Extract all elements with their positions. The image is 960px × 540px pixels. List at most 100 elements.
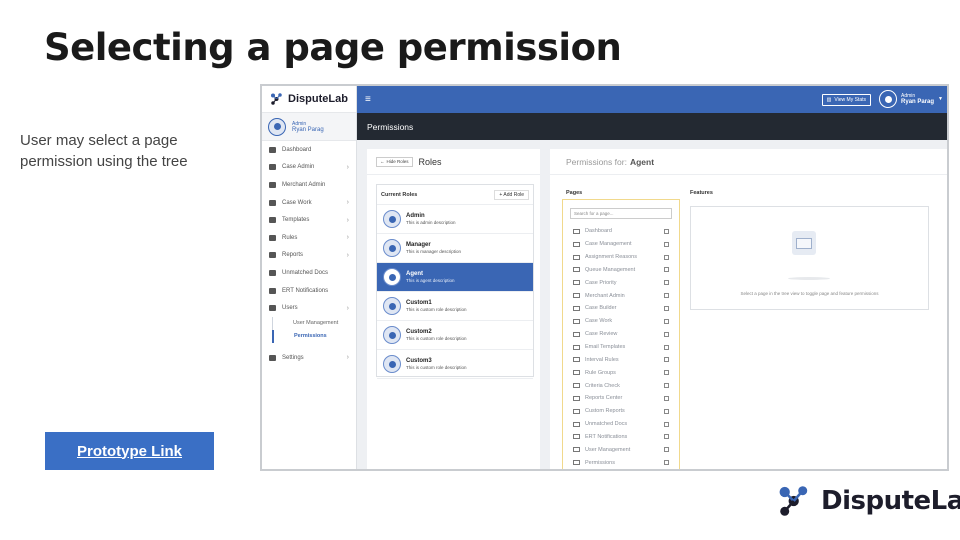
sidebar-item-users[interactable]: Users › bbox=[262, 299, 356, 317]
monitor-icon bbox=[573, 280, 580, 286]
avatar bbox=[268, 117, 286, 136]
page-checkbox[interactable] bbox=[664, 447, 669, 453]
view-stats-button[interactable]: ▥ View My Stats bbox=[821, 94, 871, 106]
page-checkbox[interactable] bbox=[664, 254, 669, 260]
monitor-icon bbox=[573, 267, 580, 273]
hamburger-icon[interactable]: ≡ bbox=[365, 94, 371, 105]
page-tree-item[interactable]: Interval Rules bbox=[563, 353, 679, 366]
page-tree-label: Permissions bbox=[585, 459, 615, 466]
prototype-link[interactable]: Prototype Link bbox=[45, 432, 214, 470]
sidebar-item-merchant-admin[interactable]: Merchant Admin bbox=[262, 176, 356, 194]
page-tree-label: Custom Reports bbox=[585, 408, 625, 415]
page-tree-item[interactable]: Assignment Reasons bbox=[563, 251, 679, 264]
sidebar-item-label: Case Work bbox=[282, 199, 312, 206]
page-tree-item[interactable]: Merchant Admin bbox=[563, 289, 679, 302]
page-checkbox[interactable] bbox=[664, 421, 669, 427]
page-checkbox[interactable] bbox=[664, 383, 669, 389]
page-tree-label: Criteria Check bbox=[585, 382, 620, 389]
page-tree-item[interactable]: Case Management bbox=[563, 238, 679, 251]
page-tree-item[interactable]: Dashboard bbox=[563, 225, 679, 238]
page-tree-item[interactable]: Email Templates bbox=[563, 341, 679, 354]
role-row[interactable]: Agent This is agent description bbox=[377, 263, 533, 292]
roles-panel: ← Hide Roles Roles Current Roles + Add Ro… bbox=[367, 149, 540, 469]
page-checkbox[interactable] bbox=[664, 408, 669, 414]
page-tree-label: Case Management bbox=[585, 241, 632, 248]
sidebar-item-label: Dashboard bbox=[282, 146, 312, 153]
page-tree-item[interactable]: Queue Management bbox=[563, 264, 679, 277]
page-list: Dashboard Case Management Assignment Reaso… bbox=[563, 225, 679, 469]
page-tree-item[interactable]: Reports Center bbox=[563, 392, 679, 405]
avatar bbox=[879, 90, 898, 108]
page-tree-item[interactable]: Case Review bbox=[563, 328, 679, 341]
page-tree-label: Unmatched Docs bbox=[585, 421, 628, 428]
role-name: Admin bbox=[406, 213, 425, 219]
sidebar: DisputeLab Admin Ryan Parag Dashboard Cas… bbox=[262, 86, 357, 469]
page-tree-item[interactable]: Unmatched Docs bbox=[563, 418, 679, 431]
sidebar-item-dashboard[interactable]: Dashboard bbox=[262, 141, 356, 159]
page-checkbox[interactable] bbox=[664, 293, 669, 299]
chevron-right-icon: › bbox=[346, 216, 349, 224]
sidebar-user[interactable]: Admin Ryan Parag bbox=[262, 113, 356, 141]
page-checkbox[interactable] bbox=[664, 344, 669, 350]
page-tree-item[interactable]: Rule Groups bbox=[563, 366, 679, 379]
sidebar-item-templates[interactable]: Templates › bbox=[262, 211, 356, 229]
sidebar-item-case-admin[interactable]: Case Admin › bbox=[262, 159, 356, 177]
hide-roles-button[interactable]: ← Hide Roles bbox=[376, 156, 413, 167]
page-checkbox[interactable] bbox=[664, 460, 669, 466]
edit-icon bbox=[269, 199, 276, 206]
disputelab-logo-icon bbox=[779, 486, 808, 516]
hide-roles-label: Hide Roles bbox=[386, 159, 409, 164]
sidebar-item-reports[interactable]: Reports › bbox=[262, 247, 356, 265]
user-icon bbox=[383, 268, 401, 286]
sidebar-item-case-work[interactable]: Case Work › bbox=[262, 194, 356, 212]
chevron-right-icon: › bbox=[346, 234, 349, 242]
page-tree-label: ERT Notifications bbox=[585, 433, 628, 440]
sidebar-item-unmatched-docs[interactable]: Unmatched Docs bbox=[262, 264, 356, 282]
sidebar-item-rules[interactable]: Rules › bbox=[262, 229, 356, 247]
sidebar-subitem-permissions[interactable]: Permissions bbox=[272, 329, 356, 343]
role-row[interactable]: Manager This is manager description bbox=[377, 234, 533, 263]
page-checkbox[interactable] bbox=[664, 395, 669, 401]
user-icon bbox=[383, 239, 401, 257]
top-user-menu[interactable]: Admin Ryan Parag ▼ bbox=[879, 90, 943, 108]
role-row[interactable]: Custom1 This is custom role description bbox=[377, 292, 533, 321]
role-row[interactable]: Custom2 This is custom role description bbox=[377, 321, 533, 350]
page-checkbox[interactable] bbox=[664, 318, 669, 324]
page-tree-item[interactable]: Case Builder bbox=[563, 302, 679, 315]
page-tree-item[interactable]: Criteria Check bbox=[563, 379, 679, 392]
sidebar-item-label: Templates bbox=[282, 217, 310, 224]
page-checkbox[interactable] bbox=[664, 267, 669, 273]
page-tree-item[interactable]: Permissions bbox=[563, 456, 679, 469]
briefcase-icon bbox=[269, 164, 276, 171]
sidebar-subitem-user-management[interactable]: User Management bbox=[272, 316, 356, 330]
page-tree-item[interactable]: Case Work bbox=[563, 315, 679, 328]
page-checkbox[interactable] bbox=[664, 357, 669, 363]
file-icon bbox=[269, 269, 276, 276]
page-tree-item[interactable]: Custom Reports bbox=[563, 405, 679, 418]
page-tree-item[interactable]: User Management bbox=[563, 443, 679, 456]
sidebar-logo[interactable]: DisputeLab bbox=[262, 86, 356, 113]
permissions-header: Permissions for: Agent bbox=[550, 149, 947, 175]
page-checkbox[interactable] bbox=[664, 305, 669, 311]
role-description: This is custom role description bbox=[406, 336, 467, 341]
page-tree-item[interactable]: Case Priority bbox=[563, 276, 679, 289]
page-search-input[interactable]: Search for a page... bbox=[570, 208, 672, 219]
monitor-icon bbox=[573, 460, 580, 466]
window-icon bbox=[792, 231, 816, 255]
sidebar-item-ert-notifications[interactable]: ERT Notifications bbox=[262, 282, 356, 300]
role-row[interactable]: Admin This is admin description bbox=[377, 205, 533, 234]
page-checkbox[interactable] bbox=[664, 280, 669, 286]
sidebar-item-settings[interactable]: Settings › bbox=[262, 349, 356, 367]
monitor-icon bbox=[573, 305, 580, 311]
monitor-icon bbox=[573, 434, 580, 440]
page-checkbox[interactable] bbox=[664, 241, 669, 247]
role-row[interactable]: Custom3 This is custom role description bbox=[377, 350, 533, 379]
brand-text: DisputeLab bbox=[821, 486, 960, 516]
page-tree-item[interactable]: ERT Notifications bbox=[563, 431, 679, 444]
page-checkbox[interactable] bbox=[664, 434, 669, 440]
add-role-button[interactable]: + Add Role bbox=[494, 189, 529, 200]
page-tree-label: Merchant Admin bbox=[585, 292, 625, 299]
page-checkbox[interactable] bbox=[664, 331, 669, 337]
page-checkbox[interactable] bbox=[664, 228, 669, 234]
page-checkbox[interactable] bbox=[664, 370, 669, 376]
